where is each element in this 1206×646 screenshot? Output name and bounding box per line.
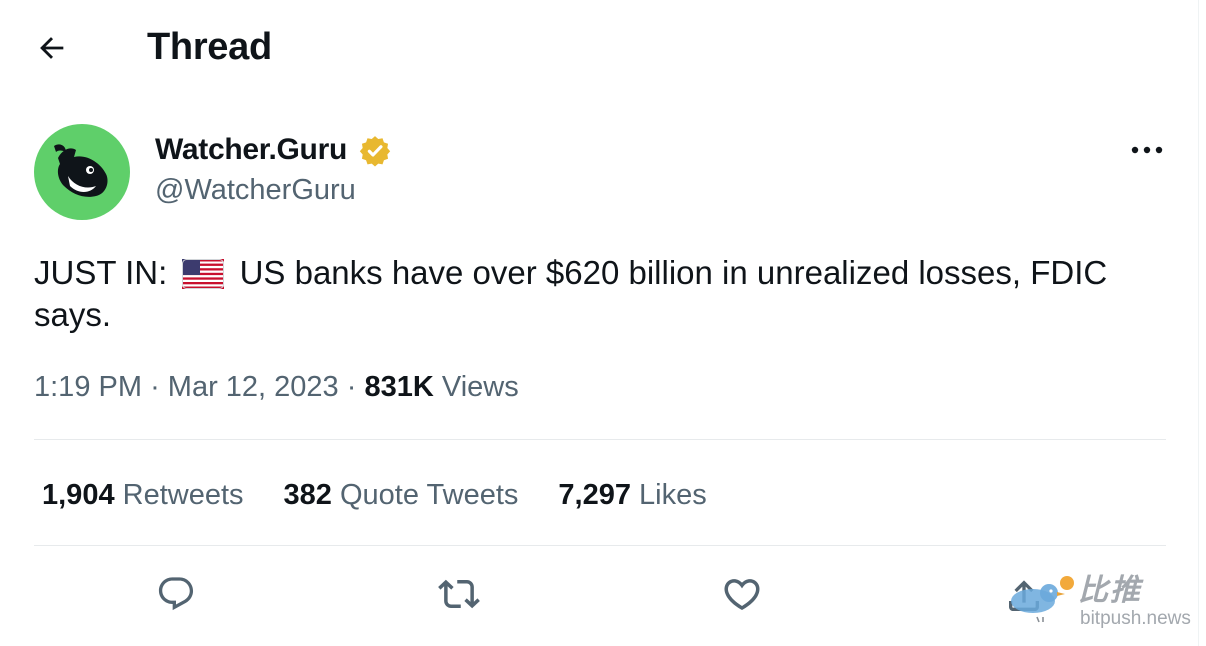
reply-button[interactable] xyxy=(152,570,200,618)
watermark-brand: 比推 xyxy=(1078,574,1142,607)
views-label: Views xyxy=(441,371,519,403)
avatar[interactable] xyxy=(34,124,130,220)
watermark-url: bitpush.news xyxy=(1080,608,1191,629)
quote-tweets-label: Quote Tweets xyxy=(339,479,519,511)
retweets-count: 1,904 xyxy=(42,479,115,511)
meta-separator: · xyxy=(346,371,357,403)
retweet-icon xyxy=(438,579,480,609)
tweet-date[interactable]: Mar 12, 2023 xyxy=(168,371,339,403)
us-flag-icon xyxy=(182,259,225,289)
likes-stat[interactable]: 7,297 Likes xyxy=(558,476,706,514)
verified-badge-icon xyxy=(359,136,391,167)
page-title: Thread xyxy=(147,26,272,68)
back-button[interactable] xyxy=(26,22,78,74)
tweet-time[interactable]: 1:19 PM xyxy=(34,371,142,403)
author-display-name[interactable]: Watcher.Guru xyxy=(155,132,347,168)
bitpush-bird-logo-icon xyxy=(1011,576,1074,623)
retweets-stat[interactable]: 1,904 Retweets xyxy=(42,476,244,514)
more-horizontal-icon xyxy=(1131,146,1163,154)
meta-separator: · xyxy=(150,371,160,403)
likes-label: Likes xyxy=(639,479,707,511)
like-button[interactable] xyxy=(718,570,766,618)
arrow-left-icon xyxy=(40,37,64,59)
author-handle[interactable]: @WatcherGuru xyxy=(155,172,356,208)
quote-tweets-stat[interactable]: 382 Quote Tweets xyxy=(284,476,519,514)
likes-count: 7,297 xyxy=(558,479,631,511)
divider xyxy=(34,545,1166,546)
retweet-button[interactable] xyxy=(435,570,483,618)
engagement-stats: 1,904 Retweets 382 Quote Tweets 7,297 Li… xyxy=(42,476,707,514)
tweet-text-prefix: JUST IN: xyxy=(34,254,177,291)
tweet-meta: 1:19 PM · Mar 12, 2023 · 831K Views xyxy=(34,368,519,406)
more-options-button[interactable] xyxy=(1126,132,1168,168)
divider xyxy=(34,439,1166,440)
tweet-text: JUST IN: US banks have over $620 billion… xyxy=(34,252,1164,336)
like-icon xyxy=(724,579,760,611)
quote-tweets-count: 382 xyxy=(283,479,332,511)
whale-logo-icon xyxy=(54,144,108,197)
views-count: 831K xyxy=(364,371,434,403)
column-border xyxy=(1198,0,1199,646)
reply-icon xyxy=(158,577,194,611)
retweets-label: Retweets xyxy=(122,479,244,511)
